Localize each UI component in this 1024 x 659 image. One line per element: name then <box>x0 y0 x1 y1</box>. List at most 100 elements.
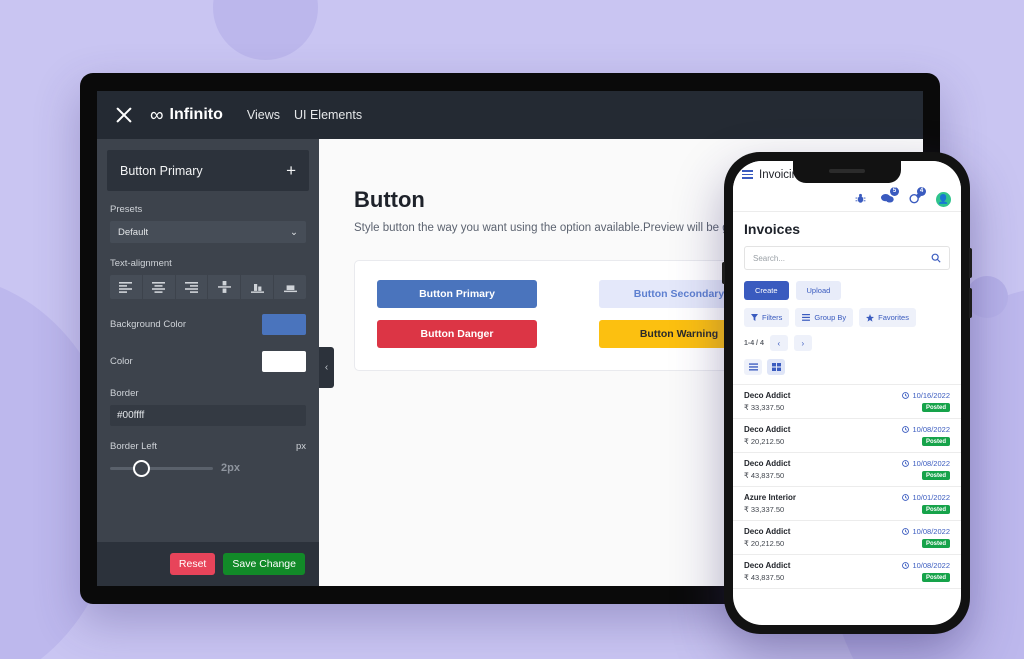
status-badge: Posted <box>921 437 950 446</box>
text-alignment-group <box>110 275 306 299</box>
nav-item-ui-elements[interactable]: UI Elements <box>294 108 362 122</box>
favorites-chip[interactable]: Favorites <box>859 308 916 327</box>
color-swatch[interactable] <box>262 351 306 372</box>
activity-badge: 4 <box>917 186 926 196</box>
pagination-prev-button[interactable]: ‹ <box>769 335 788 351</box>
phone-volume-down-button <box>969 288 972 318</box>
activity-icon[interactable]: 4 <box>909 186 926 209</box>
border-field: Border #00ffff <box>110 388 306 426</box>
messages-icon[interactable]: 5 <box>881 186 899 209</box>
filters-chip[interactable]: Filters <box>744 308 790 327</box>
invoice-amount: ₹ 33,337.50 <box>744 403 785 412</box>
presets-select[interactable]: Default ⌄ <box>110 221 306 243</box>
invoice-date-text: 10/01/2022 <box>912 493 950 502</box>
app-topbar: ∞ Infinito Views UI Elements <box>97 91 923 139</box>
align-left-icon[interactable] <box>110 275 143 299</box>
table-row[interactable]: Deco Addict 10/08/2022 ₹ 20,212.50 Poste… <box>733 419 961 453</box>
group-by-chip[interactable]: Group By <box>795 308 854 327</box>
background-color-swatch[interactable] <box>262 314 306 335</box>
save-change-button[interactable]: Save Change <box>223 553 305 575</box>
close-x-icon[interactable] <box>114 105 134 125</box>
invoice-date-text: 10/08/2022 <box>912 527 950 536</box>
background-color-label: Background Color <box>110 319 187 330</box>
align-center-icon[interactable] <box>143 275 176 299</box>
invoice-partner: Deco Addict <box>744 527 791 536</box>
bug-icon[interactable] <box>855 191 866 209</box>
align-right-icon[interactable] <box>176 275 209 299</box>
align-vertical-bottom-icon[interactable] <box>274 275 306 299</box>
phone-notch <box>793 161 901 183</box>
invoice-date: 10/08/2022 <box>902 425 950 434</box>
phone-content: Invoices Search... Create Upload Filters <box>733 212 961 375</box>
invoice-amount: ₹ 20,212.50 <box>744 539 785 548</box>
grid-view-icon[interactable] <box>767 359 785 375</box>
status-badge: Posted <box>921 573 950 582</box>
user-avatar[interactable]: 👤 <box>936 192 951 207</box>
table-row[interactable]: Azure Interior 10/01/2022 ₹ 33,337.50 Po… <box>733 487 961 521</box>
invoice-partner: Deco Addict <box>744 561 791 570</box>
pagination-range: 1-4 / 4 <box>744 339 764 347</box>
panel-controls: Presets Default ⌄ Text-alignment Backgro… <box>97 191 319 542</box>
plus-icon[interactable]: + <box>286 162 296 179</box>
invoice-date-text: 10/16/2022 <box>912 391 950 400</box>
table-row[interactable]: Deco Addict 10/08/2022 ₹ 20,212.50 Poste… <box>733 521 961 555</box>
create-button[interactable]: Create <box>744 281 789 300</box>
demo-button-danger[interactable]: Button Danger <box>377 320 537 348</box>
align-vertical-top-icon[interactable] <box>208 275 242 299</box>
border-left-label: Border Left <box>110 441 157 452</box>
invoice-date-text: 10/08/2022 <box>912 425 950 434</box>
hamburger-menu-icon[interactable] <box>742 170 753 179</box>
clock-icon <box>902 392 910 399</box>
chevron-left-icon: ‹ <box>324 362 329 373</box>
invoice-date: 10/16/2022 <box>902 391 950 400</box>
panel-title: Button Primary <box>120 163 203 178</box>
clock-icon <box>902 426 910 433</box>
text-alignment-label: Text-alignment <box>110 258 172 269</box>
invoice-partner: Deco Addict <box>744 459 791 468</box>
invoice-list: Deco Addict 10/16/2022 ₹ 33,337.50 Poste… <box>733 384 961 589</box>
messages-badge: 5 <box>890 186 899 196</box>
invoice-date-text: 10/08/2022 <box>912 561 950 570</box>
panel-header: Button Primary + <box>107 150 309 191</box>
upload-button[interactable]: Upload <box>795 281 842 300</box>
presets-field: Presets Default ⌄ <box>110 204 306 243</box>
search-bar[interactable]: Search... <box>744 246 950 270</box>
action-buttons: Create Upload <box>744 281 950 300</box>
presets-label: Presets <box>110 204 143 215</box>
border-left-value: 2px <box>221 462 240 474</box>
table-row[interactable]: Deco Addict 10/08/2022 ₹ 43,837.50 Poste… <box>733 555 961 589</box>
invoice-amount: ₹ 33,337.50 <box>744 505 785 514</box>
group-by-chip-label: Group By <box>814 313 847 322</box>
status-badge: Posted <box>921 505 950 514</box>
slider-handle[interactable] <box>133 459 150 477</box>
brand: ∞ Infinito <box>150 106 223 125</box>
status-badge: Posted <box>921 539 950 548</box>
align-vertical-middle-icon[interactable] <box>241 275 275 299</box>
table-row[interactable]: Deco Addict 10/08/2022 ₹ 43,837.50 Poste… <box>733 453 961 487</box>
brand-name: Infinito <box>169 106 223 123</box>
phone-volume-up-button <box>969 248 972 278</box>
nav-item-views[interactable]: Views <box>247 108 280 122</box>
clock-icon <box>902 460 910 467</box>
border-input[interactable]: #00ffff <box>110 405 306 426</box>
reset-button[interactable]: Reset <box>169 553 216 575</box>
list-view-icon[interactable] <box>744 359 762 375</box>
table-row[interactable]: Deco Addict 10/16/2022 ₹ 33,337.50 Poste… <box>733 385 961 419</box>
pagination-next-button[interactable]: › <box>793 335 812 351</box>
border-left-slider[interactable] <box>110 459 213 477</box>
demo-button-primary[interactable]: Button Primary <box>377 280 537 308</box>
search-icon <box>931 253 941 263</box>
invoice-partner: Deco Addict <box>744 425 791 434</box>
border-left-unit: px <box>295 441 306 452</box>
style-panel: Button Primary + Presets Default ⌄ Text-… <box>97 139 334 586</box>
invoice-partner: Azure Interior <box>744 493 797 502</box>
search-placeholder: Search... <box>753 253 786 263</box>
filter-icon <box>751 314 758 321</box>
border-label: Border <box>110 388 139 399</box>
panel-collapse-toggle[interactable]: ‹ <box>319 347 334 388</box>
text-alignment-field: Text-alignment <box>110 258 306 299</box>
infinity-icon: ∞ <box>150 104 164 126</box>
border-left-field: Border Left px 2px <box>110 441 306 477</box>
status-badge: Posted <box>921 403 950 412</box>
background-circle-small <box>966 276 1008 318</box>
